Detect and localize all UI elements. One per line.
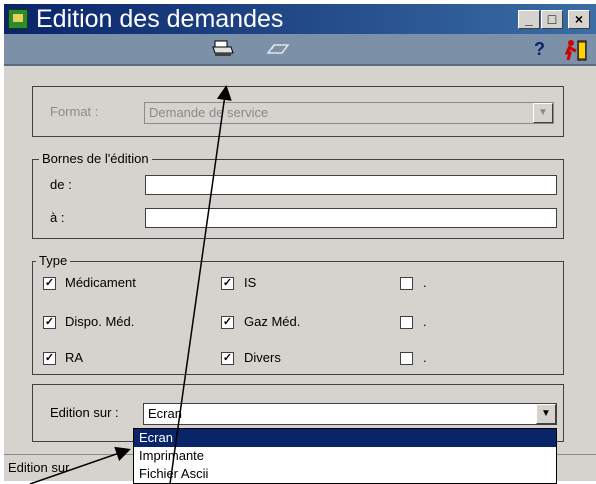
arrow-to-print bbox=[169, 85, 232, 484]
annotation-arrows bbox=[29, 85, 232, 484]
arrow-to-status bbox=[29, 446, 131, 484]
